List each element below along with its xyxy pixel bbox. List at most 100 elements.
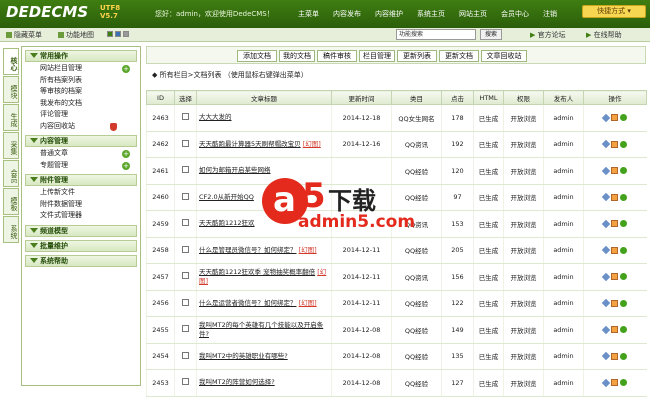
column-header[interactable]: 发布人 <box>543 90 584 105</box>
sidebar-section[interactable]: 内容管理 <box>25 135 137 147</box>
topnav-item[interactable]: 注销 <box>543 9 557 19</box>
row-flag[interactable]: [幻图] <box>299 299 317 307</box>
edit-properties-icon[interactable] <box>602 140 611 149</box>
row-checkbox[interactable] <box>182 351 189 359</box>
topnav-item[interactable]: 主菜单 <box>298 9 319 19</box>
row-flag[interactable]: [幻图] <box>303 140 321 148</box>
sidebar-section[interactable]: 常用操作 <box>25 50 137 62</box>
row-category[interactable]: QQ资讯 <box>391 263 442 291</box>
edit-properties-icon[interactable] <box>602 378 611 387</box>
edit-document-icon[interactable] <box>611 167 619 175</box>
topnav-item[interactable]: 内容发布 <box>333 9 361 19</box>
row-title-link[interactable]: 我叫MT2中的英雄职业有哪些? <box>199 352 288 360</box>
sidebar-item[interactable]: 评论管理 <box>40 109 140 121</box>
sidebar-item[interactable]: 所有档案列表 <box>40 75 140 87</box>
preview-icon[interactable] <box>620 379 628 387</box>
skin-green-swatch[interactable] <box>107 31 113 37</box>
table-row[interactable]: 2453 我叫MT2的阵营如何选择? 2014-12-08 QQ经验 127 已生成 开放浏… <box>146 369 647 397</box>
edit-properties-icon[interactable] <box>602 219 611 228</box>
row-category[interactable]: QQ经验 <box>391 157 442 185</box>
toolbar-button[interactable]: 添加文档 <box>237 50 277 62</box>
vtab[interactable]: 采集 <box>3 132 19 159</box>
sidebar-item[interactable]: 文件式管理器 <box>40 210 140 222</box>
row-checkbox[interactable] <box>182 219 189 227</box>
column-header[interactable]: 类目 <box>391 90 442 105</box>
table-row[interactable]: 2463 大大大发的 2014-12-18 QQ女生网名 178 已生成 开放浏览 admin <box>146 104 647 132</box>
topnav-item[interactable]: 网站主页 <box>459 9 487 19</box>
row-category[interactable]: QQ资讯 <box>391 131 442 158</box>
function-search-input[interactable]: 功能搜索 <box>396 29 476 40</box>
row-title-link[interactable]: 大大大发的 <box>199 113 232 121</box>
hide-menu-link[interactable]: 隐藏菜单 <box>6 30 42 40</box>
edit-document-icon[interactable] <box>611 379 619 387</box>
help-link[interactable]: ▶ 在线帮助 <box>586 30 622 40</box>
row-category[interactable]: QQ经验 <box>391 316 442 344</box>
table-row[interactable]: 2460 CF2.0从新开始QQ QQ经验 97 已生成 开放浏览 admin <box>146 184 647 211</box>
edit-document-icon[interactable] <box>611 193 619 201</box>
sidebar-item[interactable]: 上传新文件 <box>40 187 140 199</box>
table-row[interactable]: 2455 我叫MT2的每个英雄有几个技能以及开启条件? 2014-12-08 QQ经验… <box>146 316 647 344</box>
table-row[interactable]: 2458 什么是管理员微信号？如何绑定？ [幻图] 2014-12-11 QQ经验 20… <box>146 237 647 264</box>
topnav-item[interactable]: 会员中心 <box>501 9 529 19</box>
add-icon[interactable]: + <box>122 161 130 170</box>
toolbar-button[interactable]: 更新列表 <box>397 50 437 62</box>
edit-document-icon[interactable] <box>611 220 619 228</box>
row-category[interactable]: QQ女生网名 <box>391 104 442 132</box>
row-category[interactable]: QQ经验 <box>391 237 442 264</box>
toolbar-button[interactable]: 更新文档 <box>439 50 479 62</box>
row-title-link[interactable]: 我叫MT2的每个英雄有几个技能以及开启条件? <box>199 321 323 338</box>
edit-properties-icon[interactable] <box>602 193 611 202</box>
sidebar-section[interactable]: 系统帮助 <box>25 254 137 267</box>
row-checkbox[interactable] <box>182 245 189 253</box>
row-title-link[interactable]: CF2.0从新开始QQ <box>199 193 254 201</box>
topnav-item[interactable]: 系统主页 <box>417 9 445 19</box>
forum-link[interactable]: ▶ 官方论坛 <box>530 30 566 40</box>
column-header[interactable]: HTML <box>473 90 504 105</box>
edit-properties-icon[interactable] <box>602 246 611 255</box>
row-checkbox[interactable] <box>182 192 189 200</box>
preview-icon[interactable] <box>620 273 628 281</box>
row-checkbox[interactable] <box>182 113 189 121</box>
edit-document-icon[interactable] <box>611 299 619 307</box>
table-row[interactable]: 2454 我叫MT2中的英雄职业有哪些? 2014-12-08 QQ经验 135 已生成开… <box>146 343 647 370</box>
sidebar-item[interactable]: 等审核的档案 <box>40 86 140 98</box>
row-checkbox[interactable] <box>182 378 189 386</box>
row-title-link[interactable]: 天天酷跑最计算器5天刷帮帽改宝贝 <box>199 140 301 148</box>
sidebar-item[interactable]: 专题管理 + <box>40 160 140 172</box>
toolbar-button[interactable]: 稿件审核 <box>317 50 357 62</box>
toolbar-button[interactable]: 文章回收站 <box>481 50 527 62</box>
column-header[interactable]: 权限 <box>503 90 544 105</box>
row-title-link[interactable]: 什么是管理员微信号？如何绑定？ <box>199 246 297 254</box>
edit-document-icon[interactable] <box>611 273 619 281</box>
edit-document-icon[interactable] <box>611 114 619 122</box>
function-map-link[interactable]: 功能地图 <box>58 30 94 40</box>
sidebar-section[interactable]: 批量维护 <box>25 239 137 252</box>
row-checkbox[interactable] <box>182 325 189 333</box>
column-header[interactable]: 文章标题 <box>196 90 332 105</box>
toolbar-button[interactable]: 栏目管理 <box>359 50 395 62</box>
row-category[interactable]: QQ经验 <box>391 290 442 317</box>
row-category[interactable]: QQ资讯 <box>391 210 442 238</box>
edit-properties-icon[interactable] <box>602 325 611 334</box>
vtab[interactable]: 核心 <box>3 48 19 75</box>
row-category[interactable]: QQ经验 <box>391 343 442 370</box>
column-header[interactable]: 更新时间 <box>331 90 392 105</box>
skin-gray-swatch[interactable] <box>123 31 129 37</box>
edit-properties-icon[interactable] <box>602 352 611 361</box>
row-flag[interactable]: [幻图] <box>299 246 317 254</box>
preview-icon[interactable] <box>620 299 628 307</box>
preview-icon[interactable] <box>620 140 628 148</box>
column-header[interactable]: 选择 <box>174 90 197 105</box>
column-header[interactable]: ID <box>146 90 175 105</box>
topnav-item[interactable]: 内容维护 <box>375 9 403 19</box>
sidebar-section[interactable]: 附件管理 <box>25 174 137 186</box>
add-icon[interactable]: + <box>122 65 130 73</box>
row-title-link[interactable]: 什么是运营者微信号？如何绑定？ <box>199 299 297 307</box>
quick-menu-button[interactable]: 快捷方式 ▾ <box>582 5 646 18</box>
row-checkbox[interactable] <box>182 139 189 147</box>
vtab[interactable]: 模块 <box>3 76 19 103</box>
sidebar-item[interactable]: 网站栏目管理 + <box>40 63 140 75</box>
edit-properties-icon[interactable] <box>602 272 611 281</box>
vtab[interactable]: 系统 <box>3 216 19 243</box>
column-header[interactable]: 操作 <box>583 90 647 105</box>
